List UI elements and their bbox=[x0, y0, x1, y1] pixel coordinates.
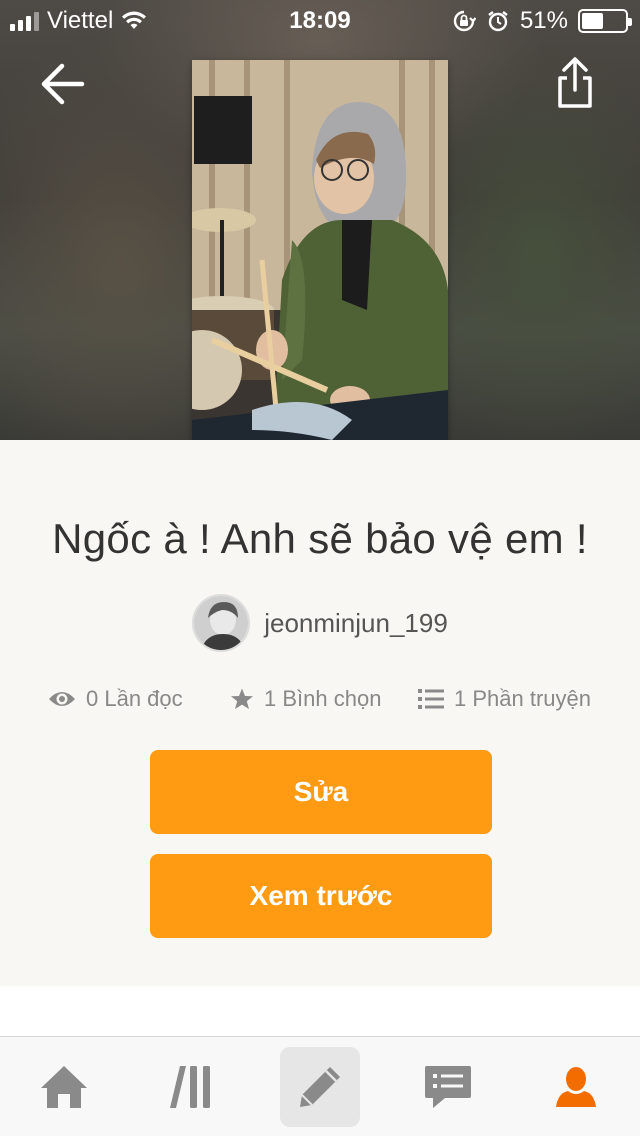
tab-profile[interactable] bbox=[536, 1047, 616, 1127]
story-cover[interactable] bbox=[192, 60, 448, 460]
author-avatar-image bbox=[194, 596, 249, 650]
votes-count: 1 Bình chọn bbox=[264, 686, 382, 711]
votes-stat: 1 Bình chọn bbox=[230, 686, 381, 712]
story-title: Ngốc à ! Anh sẽ bảo vệ em ! bbox=[52, 515, 588, 562]
share-icon bbox=[558, 57, 592, 108]
avatar[interactable] bbox=[192, 594, 251, 652]
preview-button[interactable]: Xem trước bbox=[150, 854, 492, 938]
back-button[interactable] bbox=[38, 60, 90, 108]
chat-icon bbox=[425, 1066, 471, 1108]
star-icon bbox=[231, 688, 253, 709]
eye-icon bbox=[49, 692, 75, 706]
author-name[interactable]: jeonminjun_199 bbox=[264, 608, 448, 639]
tab-messages[interactable] bbox=[408, 1047, 488, 1127]
share-button[interactable] bbox=[552, 56, 598, 112]
home-icon bbox=[41, 1066, 87, 1108]
reads-stat: 0 Lần đọc bbox=[48, 686, 183, 712]
parts-count: 1 Phần truyện bbox=[454, 686, 591, 711]
arrow-left-icon bbox=[41, 63, 85, 105]
cover-image bbox=[192, 60, 448, 460]
battery-percent: 51% bbox=[519, 7, 568, 34]
parts-stat: 1 Phần truyện bbox=[418, 686, 591, 712]
orientation-lock-icon bbox=[453, 10, 476, 32]
tab-library[interactable] bbox=[152, 1047, 232, 1127]
alarm-icon bbox=[488, 11, 508, 32]
battery-level bbox=[582, 13, 603, 29]
edit-button[interactable]: Sửa bbox=[150, 750, 492, 834]
reads-count: 0 Lần đọc bbox=[86, 686, 183, 711]
battery-icon bbox=[578, 9, 632, 33]
author-row[interactable]: jeonminjun_199 bbox=[0, 594, 640, 652]
library-icon bbox=[170, 1066, 210, 1108]
bottom-tab-bar bbox=[0, 1037, 640, 1136]
profile-icon bbox=[556, 1067, 596, 1107]
status-bar: Viettel 18:09 51% bbox=[0, 0, 640, 40]
pencil-icon bbox=[300, 1067, 340, 1107]
list-icon bbox=[418, 689, 444, 709]
tab-home[interactable] bbox=[24, 1047, 104, 1127]
story-stats: 0 Lần đọc 1 Bình chọn 1 Phần truyện bbox=[0, 686, 640, 720]
tab-write[interactable] bbox=[280, 1047, 360, 1127]
status-right: 51% bbox=[452, 7, 632, 35]
